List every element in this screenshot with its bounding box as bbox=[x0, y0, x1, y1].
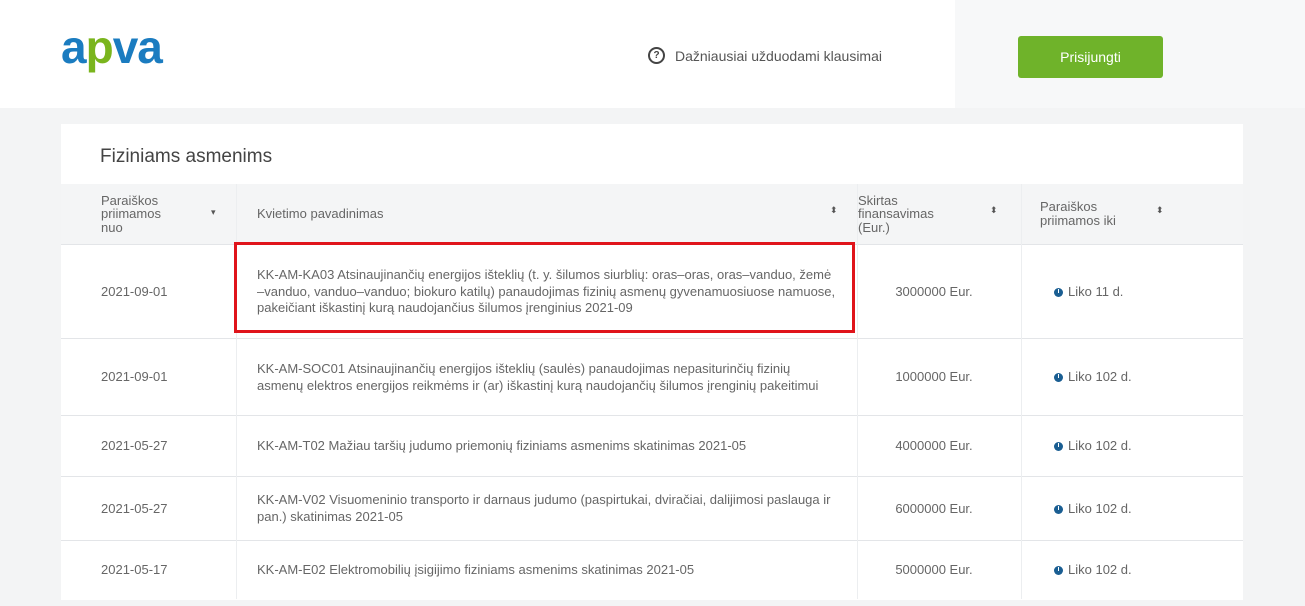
sort-icon[interactable]: ⬍ bbox=[1156, 205, 1164, 215]
logo-p: p bbox=[85, 21, 114, 73]
sort-icon[interactable]: ⬍ bbox=[990, 205, 998, 215]
row-days-left: Liko 102 d. bbox=[1054, 541, 1184, 600]
column-header-label: Kvietimo pavadinimas bbox=[257, 206, 384, 222]
row-days-label: Liko 102 d. bbox=[1068, 438, 1132, 454]
row-days-left: Liko 11 d. bbox=[1054, 245, 1184, 339]
clock-icon bbox=[1054, 287, 1063, 297]
row-days-label: Liko 102 d. bbox=[1068, 562, 1132, 578]
row-days-left: Liko 102 d. bbox=[1054, 477, 1184, 541]
column-divider bbox=[857, 184, 858, 599]
row-days-label: Liko 102 d. bbox=[1068, 500, 1132, 516]
faq-link[interactable]: ? Dažniausiai užduodami klausimai bbox=[648, 47, 882, 64]
row-amount: 3000000 Eur. bbox=[895, 283, 973, 299]
row-date: 2021-05-27 bbox=[101, 438, 168, 454]
row-call-name[interactable]: KK-AM-SOC01 Atsinaujinančių energijos iš… bbox=[257, 339, 837, 416]
faq-label: Dažniausiai užduodami klausimai bbox=[675, 47, 882, 64]
table-row[interactable]: 2021-09-01 KK-AM-KA03 Atsinaujinančių en… bbox=[61, 244, 1243, 339]
logo-suffix: va bbox=[112, 21, 163, 73]
column-divider bbox=[236, 184, 237, 599]
row-call-name[interactable]: KK-AM-T02 Mažiau taršių judumo priemonių… bbox=[257, 416, 837, 477]
sort-down-icon[interactable]: ▾ bbox=[211, 207, 216, 217]
logo-prefix: a bbox=[61, 21, 87, 73]
row-days-left: Liko 102 d. bbox=[1054, 416, 1184, 477]
row-date: 2021-09-01 bbox=[101, 369, 168, 385]
table-header: Paraiškos priimamos nuo ▾ Kvietimo pavad… bbox=[61, 184, 1243, 244]
row-date: 2021-05-27 bbox=[101, 500, 168, 516]
column-header-call-name[interactable]: Kvietimo pavadinimas ⬍ bbox=[257, 184, 847, 244]
row-days-label: Liko 11 d. bbox=[1068, 283, 1124, 299]
row-days-label: Liko 102 d. bbox=[1068, 369, 1132, 385]
clock-icon bbox=[1054, 373, 1063, 382]
row-call-name[interactable]: KK-AM-KA03 Atsinaujinančių energijos išt… bbox=[257, 245, 837, 339]
row-days-left: Liko 102 d. bbox=[1054, 339, 1184, 416]
row-amount: 5000000 Eur. bbox=[895, 562, 973, 578]
row-call-name[interactable]: KK-AM-V02 Visuomeninio transporto ir dar… bbox=[257, 477, 837, 541]
table-row[interactable]: 2021-05-17 KK-AM-E02 Elektromobilių įsig… bbox=[61, 540, 1243, 600]
table-row[interactable]: 2021-05-27 KK-AM-T02 Mažiau taršių judum… bbox=[61, 415, 1243, 477]
row-amount: 1000000 Eur. bbox=[895, 369, 973, 385]
column-header-label: Paraiškos priimamos iki bbox=[1040, 199, 1116, 228]
column-header-label: Skirtas finansavimas (Eur.) bbox=[858, 192, 934, 235]
sort-icon[interactable]: ⬍ bbox=[830, 205, 838, 215]
column-header-funding[interactable]: Skirtas finansavimas (Eur.) ⬍ bbox=[858, 184, 1008, 244]
login-button[interactable]: Prisijungti bbox=[1018, 36, 1163, 78]
row-amount: 6000000 Eur. bbox=[895, 500, 973, 516]
section-title: Fiziniams asmenims bbox=[100, 146, 273, 167]
question-circle-icon: ? bbox=[648, 47, 665, 64]
table-row[interactable]: 2021-09-01 KK-AM-SOC01 Atsinaujinančių e… bbox=[61, 338, 1243, 416]
column-header-date-to[interactable]: Paraiškos priimamos iki ⬍ bbox=[1040, 184, 1200, 244]
clock-icon bbox=[1054, 566, 1063, 575]
table-row[interactable]: 2021-05-27 KK-AM-V02 Visuomeninio transp… bbox=[61, 476, 1243, 541]
apva-logo[interactable]: apva bbox=[61, 21, 163, 73]
row-call-name[interactable]: KK-AM-E02 Elektromobilių įsigijimo fizin… bbox=[257, 541, 837, 600]
column-header-label: Paraiškos priimamos nuo bbox=[101, 192, 161, 235]
row-date: 2021-09-01 bbox=[101, 283, 168, 299]
column-divider bbox=[1021, 184, 1022, 599]
clock-icon bbox=[1054, 442, 1063, 451]
column-header-date-from[interactable]: Paraiškos priimamos nuo ▾ bbox=[101, 184, 231, 244]
row-date: 2021-05-17 bbox=[101, 562, 168, 578]
row-amount: 4000000 Eur. bbox=[895, 438, 973, 454]
clock-icon bbox=[1054, 504, 1063, 514]
